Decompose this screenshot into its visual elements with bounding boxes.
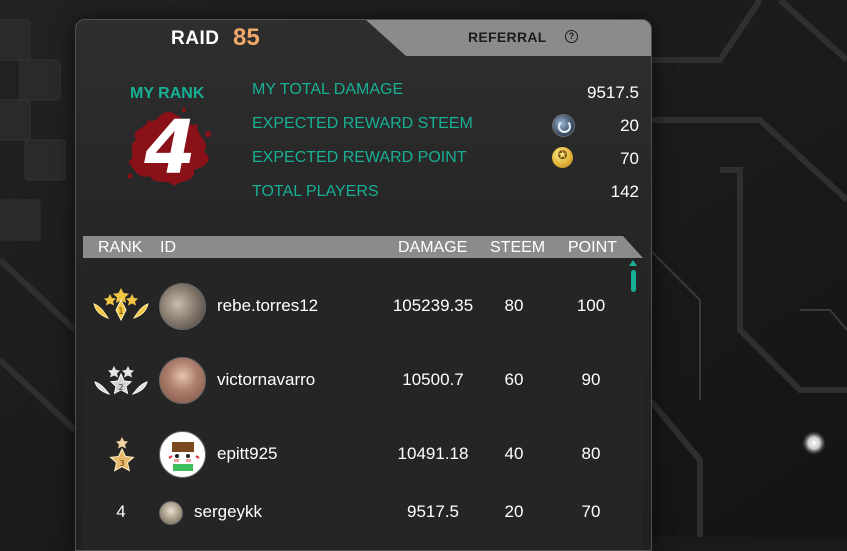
svg-text:2: 2 bbox=[118, 383, 123, 392]
steem-coin-icon bbox=[552, 114, 575, 137]
total-damage-value: 9517.5 bbox=[587, 83, 639, 102]
referral-tab-label[interactable]: REFERRAL bbox=[468, 29, 547, 45]
row-steem: 80 bbox=[504, 296, 524, 315]
reward-point-label: EXPECTED REWARD POINT bbox=[252, 149, 467, 166]
point-coin-icon bbox=[552, 147, 573, 168]
total-players-value: 142 bbox=[610, 182, 639, 201]
raid-number: 85 bbox=[233, 24, 260, 51]
row-steem: 60 bbox=[504, 370, 524, 389]
my-rank-number: 4 bbox=[144, 105, 196, 191]
raid-tab-label[interactable]: RAID bbox=[171, 28, 219, 50]
row-id[interactable]: victornavarro bbox=[217, 370, 315, 390]
total-damage-label: MY TOTAL DAMAGE bbox=[252, 81, 404, 98]
user-avatar[interactable] bbox=[159, 357, 206, 404]
row-point: 70 bbox=[581, 502, 601, 521]
row-damage: 105239.35 bbox=[392, 296, 474, 315]
scroll-up-icon[interactable] bbox=[629, 260, 637, 266]
silver-medal-icon: 2 bbox=[94, 366, 148, 396]
row-damage: 9517.5 bbox=[407, 502, 459, 521]
row-rank: 4 bbox=[116, 502, 126, 521]
user-avatar[interactable] bbox=[159, 431, 206, 478]
svg-text:3: 3 bbox=[119, 459, 124, 468]
total-players-label: TOTAL PLAYERS bbox=[252, 183, 379, 200]
user-avatar[interactable] bbox=[159, 283, 206, 330]
tab-bar: RAID 85 REFERRAL ? bbox=[76, 20, 651, 56]
row-point: 90 bbox=[581, 370, 601, 389]
row-id[interactable]: sergeykk bbox=[194, 502, 262, 522]
row-damage: 10491.18 bbox=[397, 444, 469, 463]
header-damage: DAMAGE bbox=[398, 239, 468, 256]
header-point: POINT bbox=[568, 239, 617, 256]
reward-point-value: 70 bbox=[620, 149, 639, 168]
row-steem: 40 bbox=[504, 444, 524, 463]
svg-text:1: 1 bbox=[118, 307, 124, 317]
reward-steem-value: 20 bbox=[620, 116, 639, 135]
gold-medal-icon: 1 bbox=[93, 288, 149, 322]
row-id[interactable]: rebe.torres12 bbox=[217, 296, 318, 316]
row-steem: 20 bbox=[504, 502, 524, 521]
bronze-medal-icon: 3 bbox=[109, 437, 135, 472]
raid-panel: RAID 85 REFERRAL ? MY RANK 4 MY TOTAL DA… bbox=[75, 19, 652, 551]
row-damage: 10500.7 bbox=[402, 370, 464, 389]
my-rank-badge: 4 bbox=[124, 106, 216, 190]
row-id[interactable]: epitt925 bbox=[217, 444, 278, 464]
reward-steem-label: EXPECTED REWARD STEEM bbox=[252, 115, 473, 132]
user-avatar[interactable] bbox=[159, 501, 183, 525]
row-point: 80 bbox=[581, 444, 601, 463]
header-steem: STEEM bbox=[490, 239, 546, 256]
help-icon[interactable]: ? bbox=[565, 30, 578, 43]
scrollbar-thumb[interactable] bbox=[631, 270, 636, 292]
my-rank-label: MY RANK bbox=[130, 85, 205, 102]
header-id: ID bbox=[160, 239, 176, 256]
header-rank: RANK bbox=[98, 239, 143, 256]
row-point: 100 bbox=[576, 296, 606, 315]
